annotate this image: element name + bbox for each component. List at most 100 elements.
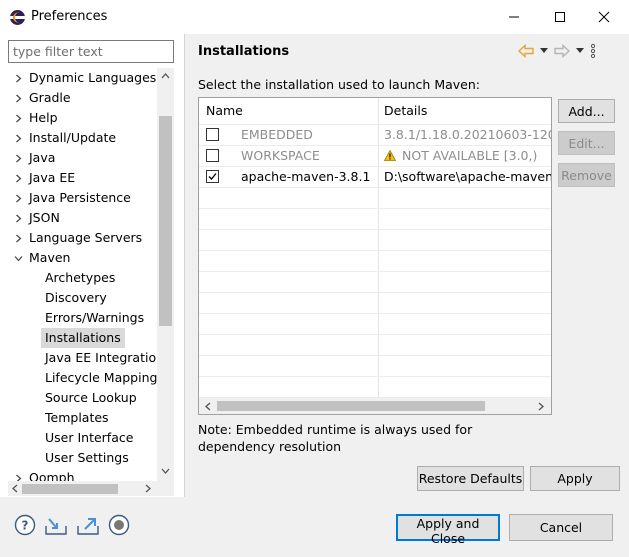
- minimize-icon: [509, 16, 519, 18]
- tree-item-label: Language Servers: [29, 230, 143, 245]
- tree-item-label: Java EE: [29, 170, 76, 185]
- row-checkbox[interactable]: [206, 128, 219, 141]
- tree-item-label: Source Lookup: [45, 390, 137, 405]
- tree-item-label: User Settings: [45, 450, 129, 465]
- tree-item-label: Help: [29, 110, 58, 125]
- tree-item-label: Maven: [29, 250, 71, 265]
- tree-horizontal-scroll-thumb[interactable]: [22, 484, 118, 494]
- import-icon[interactable]: [44, 514, 68, 536]
- installations-table[interactable]: Name Details EMBEDDED 3.8.1/1.18.0.202106…: [198, 97, 552, 415]
- tree-item-label: Install/Update: [29, 130, 117, 145]
- cell-name: WORKSPACE: [241, 148, 320, 163]
- chevron-right-icon[interactable]: [13, 188, 23, 208]
- chevron-right-icon[interactable]: [13, 208, 23, 228]
- scroll-corner: [157, 481, 174, 496]
- eclipse-logo-icon: [10, 10, 25, 25]
- chevron-down-icon[interactable]: [13, 248, 23, 268]
- svg-text:?: ?: [22, 519, 29, 533]
- chevron-right-icon[interactable]: [13, 228, 23, 248]
- warning-icon: [384, 148, 402, 163]
- forward-menu-chevron-icon: [576, 48, 584, 53]
- minimize-button[interactable]: [491, 0, 537, 34]
- chevron-right-icon[interactable]: [13, 68, 23, 88]
- tree-item-label: Installations: [41, 328, 125, 348]
- scroll-left-icon: [12, 484, 18, 493]
- row-gridline: [199, 313, 551, 314]
- tree-item-label: Archetypes: [45, 270, 116, 285]
- column-header-name[interactable]: Name: [206, 98, 243, 124]
- restore-defaults-button[interactable]: Restore Defaults: [417, 466, 524, 491]
- cell-details: 3.8.1/1.18.0.20210603-1206: [384, 124, 551, 145]
- page-toolbar: [518, 40, 596, 62]
- table-row[interactable]: EMBEDDED 3.8.1/1.18.0.20210603-1206: [199, 124, 551, 145]
- details-text: NOT AVAILABLE [3.0,): [402, 148, 538, 163]
- tree-item-label: Discovery: [45, 290, 107, 305]
- add-button[interactable]: Add...: [558, 99, 615, 123]
- help-icon[interactable]: ?: [14, 514, 36, 536]
- row-gridline: [199, 271, 551, 272]
- table-horizontal-scroll-thumb[interactable]: [217, 401, 485, 411]
- tree-item-label: Dynamic Languages: [29, 70, 157, 85]
- scroll-right-icon: [145, 484, 151, 493]
- table-row[interactable]: apache-maven-3.8.1 D:\software\apache-mav…: [199, 166, 551, 187]
- tree-item-label: Java EE Integration: [45, 350, 165, 365]
- chevron-right-icon[interactable]: [13, 128, 23, 148]
- cell-name: EMBEDDED: [241, 127, 313, 142]
- scroll-left-icon: [205, 402, 211, 411]
- filter-input[interactable]: [8, 40, 174, 63]
- row-gridline: [199, 355, 551, 356]
- row-gridline: [199, 187, 551, 188]
- record-icon[interactable]: [108, 514, 130, 536]
- tree-item-label: User Interface: [45, 430, 134, 445]
- tree-item-label: Errors/Warnings: [45, 310, 145, 325]
- cell-details: NOT AVAILABLE [3.0,): [384, 145, 551, 166]
- apply-button[interactable]: Apply: [530, 466, 620, 491]
- chevron-right-icon[interactable]: [13, 148, 23, 168]
- details-text: 3.8.1/1.18.0.20210603-1206: [384, 127, 551, 142]
- scroll-up-icon: [161, 73, 170, 79]
- tree-item-label: Gradle: [29, 90, 71, 105]
- cell-name: apache-maven-3.8.1: [241, 169, 371, 184]
- preference-tree: Dynamic Languages Gradle Help Install/Updat…: [0, 68, 174, 496]
- chevron-right-icon[interactable]: [13, 168, 23, 188]
- scroll-right-icon: [538, 402, 544, 411]
- row-gridline: [199, 250, 551, 251]
- cell-details: D:\software\apache-maven-3.8.1: [384, 166, 551, 187]
- tree-item-label: Java: [29, 150, 56, 165]
- row-gridline: [199, 229, 551, 230]
- apply-and-close-button[interactable]: Apply and Close: [396, 514, 500, 546]
- tree-item-label: Lifecycle Mappings: [45, 370, 164, 385]
- row-gridline: [199, 208, 551, 209]
- back-arrow-icon[interactable]: [518, 44, 534, 58]
- column-header-details[interactable]: Details: [384, 98, 427, 124]
- window-title: Preferences: [31, 9, 108, 24]
- close-icon: [598, 11, 610, 23]
- maximize-icon: [555, 12, 565, 22]
- tree-item-label: Templates: [45, 410, 109, 425]
- close-button[interactable]: [581, 0, 627, 34]
- instruction-label: Select the installation used to launch M…: [198, 77, 480, 92]
- row-gridline: [199, 292, 551, 293]
- chevron-right-icon[interactable]: [13, 88, 23, 108]
- page-title: Installations: [198, 44, 290, 59]
- maximize-button[interactable]: [537, 0, 583, 34]
- more-options-icon[interactable]: [590, 43, 596, 59]
- back-menu-chevron-icon[interactable]: [540, 48, 548, 54]
- table-row[interactable]: WORKSPACE NOT AVAILABLE [3.0,): [199, 145, 551, 166]
- forward-arrow-icon: [554, 44, 570, 58]
- export-icon[interactable]: [76, 514, 100, 536]
- row-checkbox[interactable]: [206, 170, 219, 183]
- chevron-right-icon[interactable]: [13, 108, 23, 128]
- row-gridline: [199, 376, 551, 377]
- tree-vertical-scroll-thumb[interactable]: [159, 116, 172, 326]
- scroll-down-icon: [161, 468, 170, 474]
- remove-button[interactable]: Remove: [558, 163, 615, 187]
- tree-item-label: JSON: [29, 210, 60, 225]
- cancel-button[interactable]: Cancel: [509, 514, 613, 541]
- edit-button[interactable]: Edit...: [558, 131, 615, 155]
- note-text: Note: Embedded runtime is always used fo…: [198, 422, 473, 454]
- row-checkbox[interactable]: [206, 149, 219, 162]
- bottom-icon-group: ?: [14, 514, 130, 536]
- tree-item-label: Java Persistence: [29, 190, 131, 205]
- row-gridline: [199, 334, 551, 335]
